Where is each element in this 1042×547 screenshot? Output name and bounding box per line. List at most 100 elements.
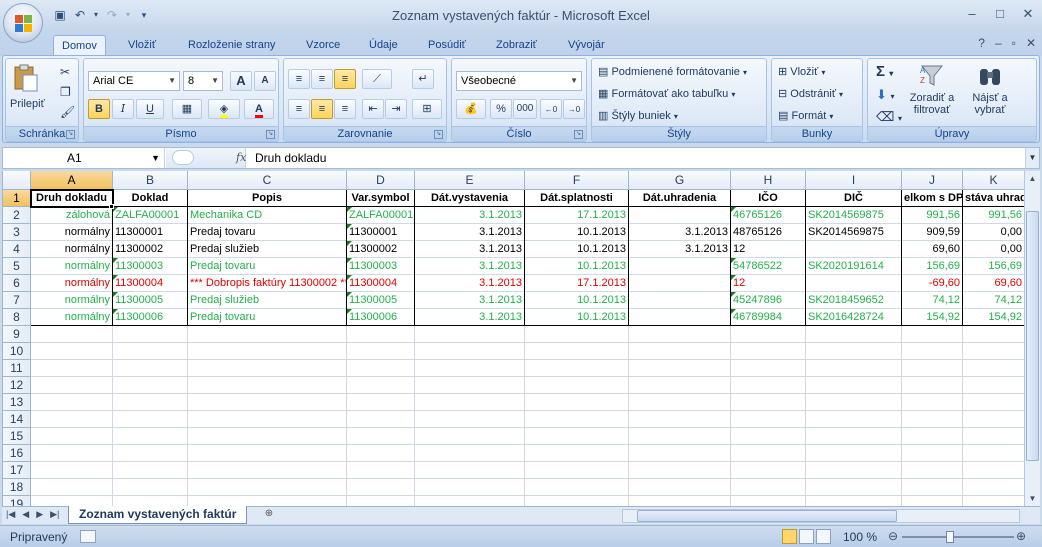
header-cell[interactable]: Doklad: [113, 190, 188, 207]
empty-cell[interactable]: [525, 445, 629, 462]
table-cell[interactable]: 10.1.2013: [525, 309, 629, 326]
empty-cell[interactable]: [188, 394, 347, 411]
table-cell[interactable]: SK2018459652: [806, 292, 902, 309]
row-header[interactable]: 6: [3, 275, 31, 292]
formula-input[interactable]: Druh dokladu: [255, 148, 326, 168]
delete-cells-button[interactable]: ⊟ Odstrániť ▾: [778, 87, 843, 100]
empty-cell[interactable]: [415, 496, 525, 506]
help-icon[interactable]: ?: [978, 36, 985, 50]
table-cell[interactable]: 11300004: [347, 275, 415, 292]
empty-cell[interactable]: [806, 462, 902, 479]
normal-view-icon[interactable]: [782, 529, 797, 544]
table-cell[interactable]: [629, 207, 731, 224]
align-left-button[interactable]: ≡: [288, 99, 310, 119]
insert-function-icon[interactable]: fx: [236, 151, 246, 164]
table-cell[interactable]: [629, 258, 731, 275]
table-cell[interactable]: 991,56: [902, 207, 963, 224]
empty-cell[interactable]: [113, 428, 188, 445]
row-header[interactable]: 18: [3, 479, 31, 496]
empty-cell[interactable]: [525, 377, 629, 394]
empty-cell[interactable]: [525, 326, 629, 343]
empty-cell[interactable]: [525, 428, 629, 445]
table-cell[interactable]: normálny: [31, 275, 113, 292]
table-cell[interactable]: Predaj služieb: [188, 292, 347, 309]
empty-cell[interactable]: [347, 394, 415, 411]
empty-cell[interactable]: [347, 377, 415, 394]
table-cell[interactable]: ZALFA00001: [113, 207, 188, 224]
format-as-table-button[interactable]: ▦ Formátovať ako tabuľku ▾: [598, 87, 735, 100]
workbook-restore-icon[interactable]: ▫: [1012, 36, 1016, 50]
column-header[interactable]: I: [806, 171, 902, 190]
table-cell[interactable]: [806, 275, 902, 292]
table-cell[interactable]: normálny: [31, 241, 113, 258]
header-cell[interactable]: Var.symbol: [347, 190, 415, 207]
empty-cell[interactable]: [347, 479, 415, 496]
empty-cell[interactable]: [963, 343, 1024, 360]
sort-filter-button[interactable]: A Z Zoradiť a filtrovať: [906, 63, 958, 116]
empty-cell[interactable]: [31, 445, 113, 462]
vertical-scroll-thumb[interactable]: [1026, 211, 1039, 461]
empty-cell[interactable]: [415, 479, 525, 496]
table-cell[interactable]: 11300003: [113, 258, 188, 275]
empty-cell[interactable]: [31, 394, 113, 411]
empty-cell[interactable]: [806, 496, 902, 506]
table-cell[interactable]: 156,69: [902, 258, 963, 275]
row-header[interactable]: 17: [3, 462, 31, 479]
number-format-select[interactable]: Všeobecné ▼: [456, 71, 582, 91]
font-launcher-icon[interactable]: ↘: [266, 130, 275, 139]
empty-cell[interactable]: [415, 377, 525, 394]
empty-cell[interactable]: [31, 326, 113, 343]
table-cell[interactable]: SK2014569875: [806, 207, 902, 224]
format-cells-button[interactable]: ▤ Formát ▾: [778, 109, 833, 122]
scroll-up-icon[interactable]: ▲: [1025, 171, 1040, 186]
empty-cell[interactable]: [731, 496, 806, 506]
row-header[interactable]: 8: [3, 309, 31, 326]
paste-button[interactable]: Prilepiť: [10, 63, 45, 117]
empty-cell[interactable]: [806, 394, 902, 411]
row-header[interactable]: 19: [3, 496, 31, 506]
empty-cell[interactable]: [902, 377, 963, 394]
table-cell[interactable]: zálohová: [31, 207, 113, 224]
empty-cell[interactable]: [731, 428, 806, 445]
empty-cell[interactable]: [31, 428, 113, 445]
column-header[interactable]: E: [415, 171, 525, 190]
table-cell[interactable]: 11300005: [347, 292, 415, 309]
font-size-select[interactable]: 8 ▼: [183, 71, 223, 91]
name-box[interactable]: A1 ▼: [3, 148, 165, 168]
empty-cell[interactable]: [113, 496, 188, 506]
table-cell[interactable]: 12: [731, 275, 806, 292]
empty-cell[interactable]: [188, 445, 347, 462]
empty-cell[interactable]: [963, 326, 1024, 343]
row-header[interactable]: 5: [3, 258, 31, 275]
empty-cell[interactable]: [347, 496, 415, 506]
empty-cell[interactable]: [188, 462, 347, 479]
column-header[interactable]: A: [31, 171, 113, 190]
column-header[interactable]: D: [347, 171, 415, 190]
empty-cell[interactable]: [31, 377, 113, 394]
find-select-button[interactable]: Nájsť a vybrať: [964, 63, 1016, 116]
next-sheet-icon[interactable]: ▶: [36, 509, 43, 520]
table-cell[interactable]: 3.1.2013: [629, 241, 731, 258]
column-header[interactable]: F: [525, 171, 629, 190]
empty-cell[interactable]: [113, 360, 188, 377]
empty-cell[interactable]: [731, 462, 806, 479]
close-icon[interactable]: ✕: [1020, 6, 1036, 22]
clear-button[interactable]: ⌫ ▾: [876, 109, 902, 125]
table-cell[interactable]: 3.1.2013: [415, 224, 525, 241]
empty-cell[interactable]: [629, 377, 731, 394]
row-header[interactable]: 16: [3, 445, 31, 462]
clipboard-launcher-icon[interactable]: ↘: [66, 130, 75, 139]
table-cell[interactable]: 17.1.2013: [525, 275, 629, 292]
column-header[interactable]: H: [731, 171, 806, 190]
underline-button[interactable]: U: [136, 99, 164, 119]
table-cell[interactable]: 74,12: [902, 292, 963, 309]
last-sheet-icon[interactable]: ▶|: [50, 509, 59, 520]
empty-cell[interactable]: [113, 479, 188, 496]
decrease-indent-button[interactable]: ⇤: [362, 99, 384, 119]
grow-font-button[interactable]: A: [230, 71, 252, 91]
tab-zobrazit[interactable]: Zobraziť: [488, 35, 545, 56]
empty-cell[interactable]: [415, 326, 525, 343]
table-cell[interactable]: 45247896: [731, 292, 806, 309]
empty-cell[interactable]: [415, 428, 525, 445]
empty-cell[interactable]: [31, 360, 113, 377]
